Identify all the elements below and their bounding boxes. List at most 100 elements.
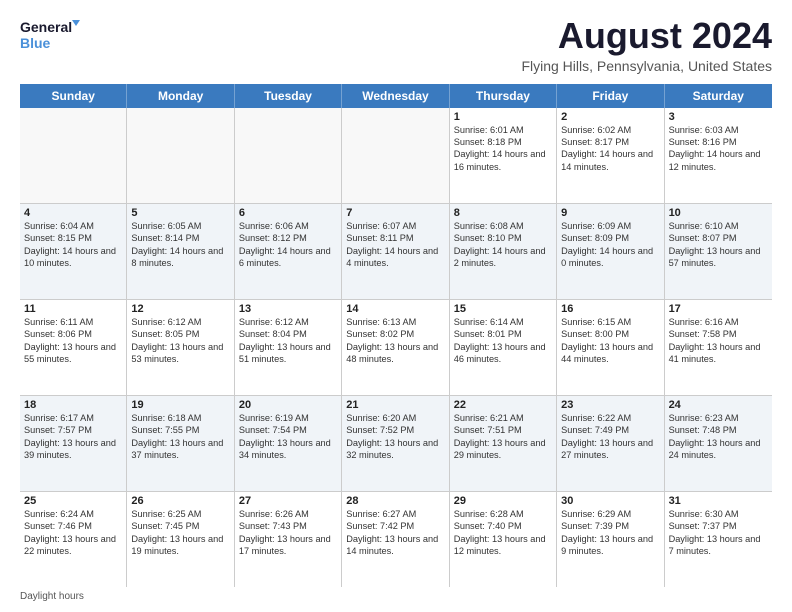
calendar-cell: 23Sunrise: 6:22 AM Sunset: 7:49 PM Dayli… bbox=[557, 396, 664, 491]
day-number: 28 bbox=[346, 495, 444, 507]
cal-header-cell: Sunday bbox=[20, 84, 127, 108]
calendar-cell: 8Sunrise: 6:08 AM Sunset: 8:10 PM Daylig… bbox=[450, 204, 557, 299]
svg-text:Blue: Blue bbox=[20, 35, 51, 51]
calendar-cell bbox=[342, 108, 449, 203]
day-info: Sunrise: 6:19 AM Sunset: 7:54 PM Dayligh… bbox=[239, 412, 337, 462]
day-info: Sunrise: 6:30 AM Sunset: 7:37 PM Dayligh… bbox=[669, 508, 768, 558]
day-number: 1 bbox=[454, 111, 552, 123]
calendar-row: 25Sunrise: 6:24 AM Sunset: 7:46 PM Dayli… bbox=[20, 492, 772, 587]
day-info: Sunrise: 6:20 AM Sunset: 7:52 PM Dayligh… bbox=[346, 412, 444, 462]
svg-text:General: General bbox=[20, 19, 72, 35]
calendar-header: SundayMondayTuesdayWednesdayThursdayFrid… bbox=[20, 84, 772, 108]
day-number: 3 bbox=[669, 111, 768, 123]
header: General Blue August 2024 Flying Hills, P… bbox=[20, 16, 772, 74]
calendar-cell: 28Sunrise: 6:27 AM Sunset: 7:42 PM Dayli… bbox=[342, 492, 449, 587]
day-number: 13 bbox=[239, 303, 337, 315]
calendar-cell: 12Sunrise: 6:12 AM Sunset: 8:05 PM Dayli… bbox=[127, 300, 234, 395]
calendar-row: 18Sunrise: 6:17 AM Sunset: 7:57 PM Dayli… bbox=[20, 396, 772, 492]
logo-svg: General Blue bbox=[20, 16, 80, 54]
day-number: 7 bbox=[346, 207, 444, 219]
calendar-cell bbox=[20, 108, 127, 203]
page: General Blue August 2024 Flying Hills, P… bbox=[0, 0, 792, 612]
calendar-cell: 4Sunrise: 6:04 AM Sunset: 8:15 PM Daylig… bbox=[20, 204, 127, 299]
day-info: Sunrise: 6:23 AM Sunset: 7:48 PM Dayligh… bbox=[669, 412, 768, 462]
day-info: Sunrise: 6:15 AM Sunset: 8:00 PM Dayligh… bbox=[561, 316, 659, 366]
day-number: 22 bbox=[454, 399, 552, 411]
day-number: 26 bbox=[131, 495, 229, 507]
calendar-cell: 27Sunrise: 6:26 AM Sunset: 7:43 PM Dayli… bbox=[235, 492, 342, 587]
day-info: Sunrise: 6:06 AM Sunset: 8:12 PM Dayligh… bbox=[239, 220, 337, 270]
day-number: 14 bbox=[346, 303, 444, 315]
day-number: 23 bbox=[561, 399, 659, 411]
day-number: 25 bbox=[24, 495, 122, 507]
day-number: 31 bbox=[669, 495, 768, 507]
day-info: Sunrise: 6:12 AM Sunset: 8:05 PM Dayligh… bbox=[131, 316, 229, 366]
footer-note: Daylight hours bbox=[20, 591, 772, 602]
calendar-cell: 18Sunrise: 6:17 AM Sunset: 7:57 PM Dayli… bbox=[20, 396, 127, 491]
day-info: Sunrise: 6:07 AM Sunset: 8:11 PM Dayligh… bbox=[346, 220, 444, 270]
day-info: Sunrise: 6:01 AM Sunset: 8:18 PM Dayligh… bbox=[454, 124, 552, 174]
day-number: 19 bbox=[131, 399, 229, 411]
calendar-cell: 22Sunrise: 6:21 AM Sunset: 7:51 PM Dayli… bbox=[450, 396, 557, 491]
day-number: 6 bbox=[239, 207, 337, 219]
day-info: Sunrise: 6:02 AM Sunset: 8:17 PM Dayligh… bbox=[561, 124, 659, 174]
cal-header-cell: Tuesday bbox=[235, 84, 342, 108]
day-number: 30 bbox=[561, 495, 659, 507]
day-number: 24 bbox=[669, 399, 768, 411]
day-number: 8 bbox=[454, 207, 552, 219]
day-info: Sunrise: 6:16 AM Sunset: 7:58 PM Dayligh… bbox=[669, 316, 768, 366]
calendar-cell: 15Sunrise: 6:14 AM Sunset: 8:01 PM Dayli… bbox=[450, 300, 557, 395]
cal-header-cell: Friday bbox=[557, 84, 664, 108]
day-number: 4 bbox=[24, 207, 122, 219]
day-info: Sunrise: 6:24 AM Sunset: 7:46 PM Dayligh… bbox=[24, 508, 122, 558]
calendar-cell: 19Sunrise: 6:18 AM Sunset: 7:55 PM Dayli… bbox=[127, 396, 234, 491]
day-info: Sunrise: 6:13 AM Sunset: 8:02 PM Dayligh… bbox=[346, 316, 444, 366]
calendar-cell: 24Sunrise: 6:23 AM Sunset: 7:48 PM Dayli… bbox=[665, 396, 772, 491]
main-title: August 2024 bbox=[521, 16, 772, 56]
calendar-cell: 5Sunrise: 6:05 AM Sunset: 8:14 PM Daylig… bbox=[127, 204, 234, 299]
day-number: 11 bbox=[24, 303, 122, 315]
calendar-cell: 30Sunrise: 6:29 AM Sunset: 7:39 PM Dayli… bbox=[557, 492, 664, 587]
calendar-cell: 16Sunrise: 6:15 AM Sunset: 8:00 PM Dayli… bbox=[557, 300, 664, 395]
calendar-cell: 25Sunrise: 6:24 AM Sunset: 7:46 PM Dayli… bbox=[20, 492, 127, 587]
day-info: Sunrise: 6:22 AM Sunset: 7:49 PM Dayligh… bbox=[561, 412, 659, 462]
day-info: Sunrise: 6:11 AM Sunset: 8:06 PM Dayligh… bbox=[24, 316, 122, 366]
day-info: Sunrise: 6:26 AM Sunset: 7:43 PM Dayligh… bbox=[239, 508, 337, 558]
calendar-row: 4Sunrise: 6:04 AM Sunset: 8:15 PM Daylig… bbox=[20, 204, 772, 300]
calendar-cell: 9Sunrise: 6:09 AM Sunset: 8:09 PM Daylig… bbox=[557, 204, 664, 299]
day-number: 2 bbox=[561, 111, 659, 123]
day-number: 12 bbox=[131, 303, 229, 315]
calendar-cell: 31Sunrise: 6:30 AM Sunset: 7:37 PM Dayli… bbox=[665, 492, 772, 587]
day-info: Sunrise: 6:17 AM Sunset: 7:57 PM Dayligh… bbox=[24, 412, 122, 462]
day-number: 27 bbox=[239, 495, 337, 507]
day-info: Sunrise: 6:18 AM Sunset: 7:55 PM Dayligh… bbox=[131, 412, 229, 462]
calendar-row: 1Sunrise: 6:01 AM Sunset: 8:18 PM Daylig… bbox=[20, 108, 772, 204]
day-number: 17 bbox=[669, 303, 768, 315]
calendar: SundayMondayTuesdayWednesdayThursdayFrid… bbox=[20, 84, 772, 587]
calendar-cell: 20Sunrise: 6:19 AM Sunset: 7:54 PM Dayli… bbox=[235, 396, 342, 491]
day-info: Sunrise: 6:09 AM Sunset: 8:09 PM Dayligh… bbox=[561, 220, 659, 270]
day-info: Sunrise: 6:28 AM Sunset: 7:40 PM Dayligh… bbox=[454, 508, 552, 558]
day-number: 9 bbox=[561, 207, 659, 219]
cal-header-cell: Thursday bbox=[450, 84, 557, 108]
calendar-cell: 26Sunrise: 6:25 AM Sunset: 7:45 PM Dayli… bbox=[127, 492, 234, 587]
calendar-row: 11Sunrise: 6:11 AM Sunset: 8:06 PM Dayli… bbox=[20, 300, 772, 396]
calendar-cell: 29Sunrise: 6:28 AM Sunset: 7:40 PM Dayli… bbox=[450, 492, 557, 587]
calendar-cell: 6Sunrise: 6:06 AM Sunset: 8:12 PM Daylig… bbox=[235, 204, 342, 299]
logo: General Blue bbox=[20, 16, 80, 54]
cal-header-cell: Saturday bbox=[665, 84, 772, 108]
calendar-cell: 13Sunrise: 6:12 AM Sunset: 8:04 PM Dayli… bbox=[235, 300, 342, 395]
calendar-cell: 7Sunrise: 6:07 AM Sunset: 8:11 PM Daylig… bbox=[342, 204, 449, 299]
calendar-cell: 3Sunrise: 6:03 AM Sunset: 8:16 PM Daylig… bbox=[665, 108, 772, 203]
day-number: 21 bbox=[346, 399, 444, 411]
calendar-cell: 14Sunrise: 6:13 AM Sunset: 8:02 PM Dayli… bbox=[342, 300, 449, 395]
day-info: Sunrise: 6:03 AM Sunset: 8:16 PM Dayligh… bbox=[669, 124, 768, 174]
day-number: 20 bbox=[239, 399, 337, 411]
calendar-cell bbox=[127, 108, 234, 203]
day-info: Sunrise: 6:25 AM Sunset: 7:45 PM Dayligh… bbox=[131, 508, 229, 558]
subtitle: Flying Hills, Pennsylvania, United State… bbox=[521, 58, 772, 74]
title-block: August 2024 Flying Hills, Pennsylvania, … bbox=[521, 16, 772, 74]
calendar-cell: 21Sunrise: 6:20 AM Sunset: 7:52 PM Dayli… bbox=[342, 396, 449, 491]
day-info: Sunrise: 6:21 AM Sunset: 7:51 PM Dayligh… bbox=[454, 412, 552, 462]
calendar-cell: 11Sunrise: 6:11 AM Sunset: 8:06 PM Dayli… bbox=[20, 300, 127, 395]
